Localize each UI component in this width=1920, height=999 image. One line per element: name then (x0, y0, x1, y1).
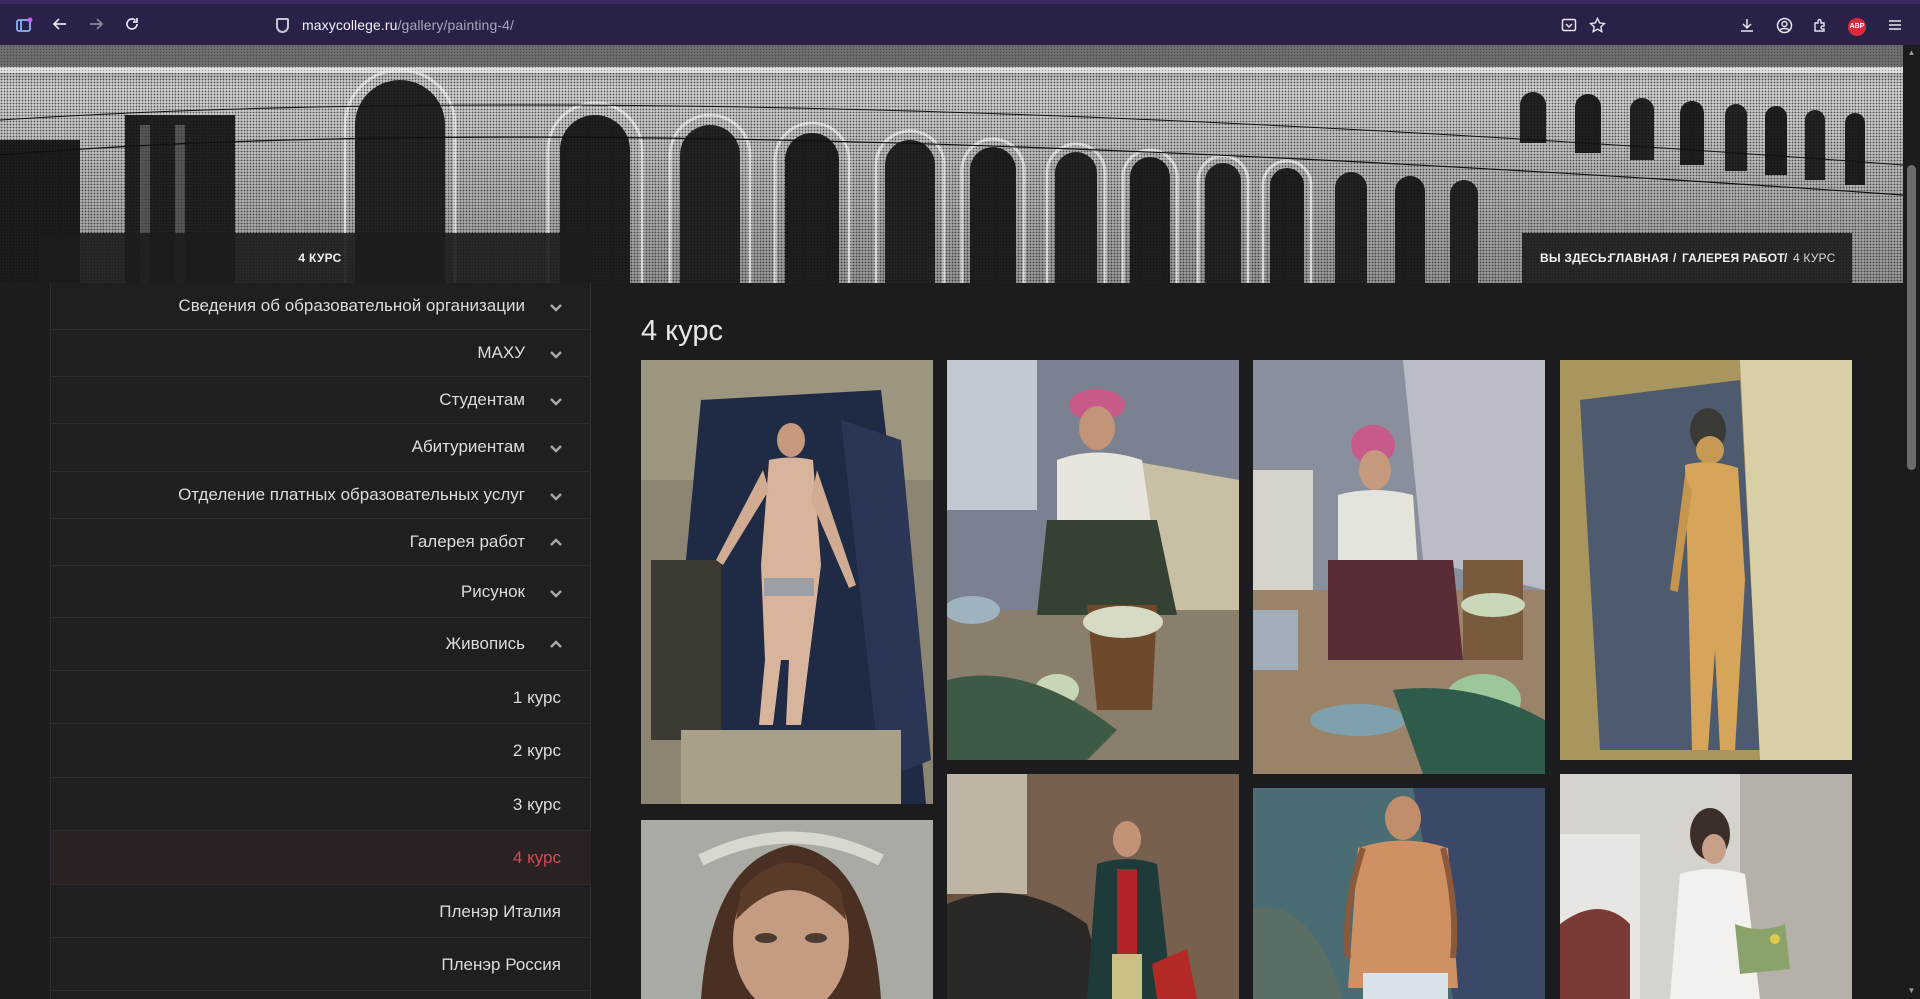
gallery-painting[interactable] (641, 360, 933, 804)
gallery-painting[interactable] (1560, 774, 1852, 999)
chevron-down-icon[interactable] (547, 584, 565, 602)
painting-standing-male-figure (641, 360, 933, 804)
address-bar[interactable]: maxycollege.ru/gallery/painting-4/ (266, 13, 1598, 40)
sidebar-item-mahu[interactable]: МАХУ (51, 330, 591, 377)
reader-view-icon[interactable] (1560, 17, 1578, 35)
reload-icon[interactable] (122, 16, 142, 36)
chevron-down-icon[interactable] (547, 487, 565, 505)
sidebar-item-label: Сведения об образовательной организации (178, 296, 525, 315)
sidebar-item-course-3[interactable]: 3 курс (51, 778, 591, 831)
url-text[interactable]: maxycollege.ru/gallery/painting-4/ (302, 17, 514, 33)
breadcrumb-current: 4 КУРС (1793, 251, 1836, 265)
gallery-painting[interactable] (947, 774, 1239, 999)
gallery-painting[interactable] (947, 360, 1239, 760)
chevron-up-icon[interactable] (547, 636, 565, 654)
sidebar-item-applicants[interactable]: Абитуриентам (51, 424, 591, 472)
page-scrollbar[interactable]: ▲ ▼ (1903, 45, 1920, 999)
extensions-icon[interactable] (1811, 17, 1829, 35)
sidebar-item-organization-info[interactable]: Сведения об образовательной организации (51, 283, 591, 330)
sidebar-item-label: Рисунок (460, 582, 525, 601)
url-domain: maxycollege.ru (302, 17, 398, 33)
sidebar-item-students[interactable]: Студентам (51, 377, 591, 424)
sidebar-item-label: Галерея работ (409, 532, 525, 551)
chevron-down-icon[interactable] (547, 345, 565, 363)
breadcrumb-separator: / (1784, 251, 1788, 265)
sidebar-item-course-2[interactable]: 2 курс (51, 724, 591, 778)
sidebar-item-drawing[interactable]: Рисунок (51, 566, 591, 618)
forward-icon[interactable] (86, 16, 106, 36)
gallery-painting[interactable] (1560, 360, 1852, 760)
scroll-down-icon[interactable]: ▼ (1906, 985, 1917, 996)
gallery-title: 4 курс (641, 315, 724, 347)
sidebar-item-label: Пленэр Россия (441, 955, 561, 974)
painting-woman-in-white-dress (1560, 774, 1852, 999)
sidebar-menu: Сведения об образовательной организации … (50, 283, 591, 999)
back-icon[interactable] (50, 16, 70, 36)
sidebar-item-course-4[interactable]: 4 курс (51, 831, 591, 885)
url-path: /gallery/painting-4/ (397, 17, 514, 33)
sidebar-item-gallery[interactable]: Галерея работ (51, 519, 591, 566)
sidebar-item-label: 1 курс (512, 688, 561, 707)
gallery-painting[interactable] (1253, 360, 1545, 774)
chevron-down-icon[interactable] (547, 298, 565, 316)
painting-male-back-study (1253, 788, 1545, 999)
chevron-down-icon[interactable] (547, 392, 565, 410)
bookmark-star-icon[interactable] (1588, 16, 1606, 35)
chevron-up-icon[interactable] (547, 534, 565, 552)
page-heading-box: 4 КУРС (40, 233, 591, 283)
breadcrumb-home-link[interactable]: ГЛАВНАЯ (1609, 251, 1669, 265)
scroll-up-icon[interactable]: ▲ (1906, 47, 1917, 58)
sidebar-item-painting[interactable]: Живопись (51, 618, 591, 671)
painting-man-in-uniform (947, 774, 1239, 999)
scrollbar-thumb[interactable] (1907, 165, 1916, 470)
sidebar-item-label: Отделение платных образовательных услуг (178, 485, 525, 504)
gallery-painting[interactable] (1253, 788, 1545, 999)
painting-standing-female-figure (1560, 360, 1852, 760)
browser-toolbar: maxycollege.ru/gallery/painting-4/ ABP (0, 0, 1920, 45)
painting-girl-portrait (641, 820, 933, 999)
account-icon[interactable] (1775, 17, 1793, 35)
adblock-icon[interactable]: ABP (1848, 18, 1866, 36)
painting-woman-with-cabbage (947, 360, 1239, 760)
sidebar-item-course-1[interactable]: 1 курс (51, 671, 591, 724)
sidebar-item-label: Студентам (439, 390, 525, 409)
menu-icon[interactable] (1886, 17, 1904, 35)
gallery-painting[interactable] (641, 820, 933, 999)
painting-woman-seated-with-cabbage (1253, 360, 1545, 774)
sidebar-item-paid-services[interactable]: Отделение платных образовательных услуг (51, 472, 591, 519)
sidebar-toggle-icon[interactable] (14, 16, 34, 36)
breadcrumb-gallery-link[interactable]: ГАЛЕРЕЯ РАБОТ (1682, 251, 1785, 265)
breadcrumb-prefix: ВЫ ЗДЕСЬ: (1540, 251, 1611, 265)
sidebar-item-label: МАХУ (477, 343, 525, 362)
sidebar-item-plein-air-italy[interactable]: Пленэр Италия (51, 885, 591, 938)
sidebar-item-plein-air-russia[interactable]: Пленэр Россия (51, 938, 591, 991)
sidebar-item-label: Пленэр Италия (439, 902, 561, 921)
chevron-down-icon[interactable] (547, 439, 565, 457)
download-icon[interactable] (1738, 17, 1756, 35)
page-heading: 4 КУРС (298, 251, 342, 265)
sidebar-item-label: Живопись (445, 634, 525, 653)
sidebar-item-label: 2 курс (512, 741, 561, 760)
breadcrumb-separator: / (1673, 251, 1677, 265)
sidebar-item-label: 4 курс (512, 848, 561, 867)
sidebar-item-label: Абитуриентам (411, 437, 525, 456)
breadcrumb: ВЫ ЗДЕСЬ: ГЛАВНАЯ / ГАЛЕРЕЯ РАБОТ / 4 КУ… (1522, 233, 1852, 283)
sidebar-item-label: 3 курс (512, 795, 561, 814)
shield-icon[interactable] (276, 18, 289, 33)
